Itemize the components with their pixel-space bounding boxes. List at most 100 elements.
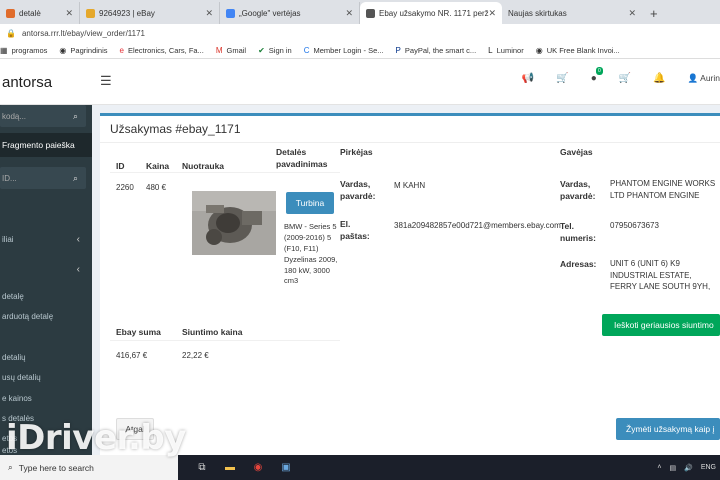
- bookmark-label: Pagrindinis: [70, 45, 108, 55]
- taskbar-search-placeholder: Type here to search: [18, 462, 94, 473]
- browser-tab-4-active[interactable]: Ebay užsakymo NR. 1171 perž ✕: [360, 2, 502, 24]
- col-header-id: ID: [116, 161, 125, 171]
- tab-label: Ebay užsakymo NR. 1171 perž: [379, 8, 489, 18]
- sidebar-item-6[interactable]: usų detalių: [0, 370, 92, 384]
- tab-favicon: [6, 8, 15, 18]
- tab-favicon: [366, 8, 375, 18]
- cart-icon[interactable]: 🛒: [619, 73, 631, 84]
- network-icon[interactable]: ▤: [669, 464, 676, 472]
- file-explorer-icon[interactable]: ▬: [216, 455, 244, 480]
- search-placeholder: kodą...: [2, 111, 27, 121]
- globe-icon: ◉: [59, 45, 67, 55]
- bookmark-label: programos: [11, 45, 48, 55]
- sidebar-item-label: detalių: [2, 352, 26, 362]
- menu-toggle-icon[interactable]: ☰: [100, 73, 112, 89]
- cart-icon[interactable]: 🛒: [556, 73, 568, 84]
- fragment-search-label: Fragmento paieška: [2, 140, 75, 150]
- browser-tab-1[interactable]: detalė ✕: [0, 2, 80, 24]
- bookmark-member-login[interactable]: C Member Login - Se...: [304, 46, 384, 55]
- user-name: Aurin: [700, 73, 720, 83]
- globe-icon[interactable]: ● 0: [591, 67, 603, 84]
- sidebar-item-label: e kainos: [2, 393, 32, 403]
- row-divider: [110, 340, 340, 341]
- part-photo[interactable]: [192, 191, 276, 255]
- buyer-email-label: El. paštas:: [340, 219, 370, 242]
- browser-tab-2[interactable]: 9264923 | eBay ✕: [80, 2, 220, 24]
- search-icon[interactable]: ⌕: [73, 173, 78, 184]
- id-search-input[interactable]: ID... ⌕: [0, 167, 86, 189]
- search-placeholder: ID...: [2, 173, 17, 183]
- shipping-price-value: 22,22 €: [182, 351, 209, 360]
- sidebar-item-7[interactable]: e kainos: [0, 391, 92, 405]
- search-icon: ⌕: [8, 462, 13, 472]
- chevron-up-icon[interactable]: ˄: [657, 464, 661, 471]
- mark-order-button[interactable]: Žymėti užsakymą kaip į: [616, 418, 720, 440]
- col-header-detail-name: Detalės pavadinimas: [276, 147, 328, 170]
- sidebar-item-3[interactable]: detalę: [0, 289, 92, 303]
- chevron-left-icon: ‹: [76, 233, 80, 245]
- bookmark-invoice[interactable]: ◉ UK Free Blank Invoi...: [536, 46, 620, 55]
- brand-logo[interactable]: antorsa: [0, 59, 92, 105]
- browser-tab-3[interactable]: „Google" vertėjas ✕: [220, 2, 360, 24]
- close-icon[interactable]: ✕: [205, 8, 213, 19]
- bookmark-label: Electronics, Cars, Fa...: [127, 45, 204, 55]
- ebay-sum-value: 416,67 €: [116, 351, 148, 360]
- search-icon[interactable]: ⌕: [73, 111, 78, 122]
- close-icon[interactable]: ✕: [345, 8, 353, 19]
- bookmark-gmail[interactable]: M Gmail: [216, 46, 246, 55]
- tab-label: 9264923 | eBay: [99, 8, 155, 18]
- bookmark-paypal[interactable]: P PayPal, the smart c...: [396, 46, 477, 55]
- watermark-logo: iDriver.by: [6, 418, 186, 458]
- tab-label: Naujas skirtukas: [508, 8, 567, 18]
- bookmark-label: UK Free Blank Invoi...: [546, 45, 620, 55]
- chevron-left-icon: ‹: [76, 263, 80, 275]
- item-description: BMW - Series 5 (2009-2016) 5 (F10, F11) …: [284, 222, 338, 286]
- bookmark-label: Sign in: [268, 45, 292, 55]
- sidebar-item-label: detalę: [2, 291, 24, 301]
- buyer-name-label: Vardas, pavardė:: [340, 179, 376, 202]
- taskbar-icons: ⧉ ▬ ◉ ▣: [188, 455, 300, 480]
- megaphone-icon[interactable]: 📢: [522, 73, 534, 84]
- new-tab-button[interactable]: +: [642, 2, 666, 24]
- turbina-category-button[interactable]: Turbina: [286, 192, 334, 214]
- sidebar-item-1[interactable]: iliai ‹: [0, 231, 92, 247]
- turbo-photo-image: [192, 191, 276, 255]
- volume-icon[interactable]: 🔊: [684, 464, 693, 472]
- close-icon[interactable]: ✕: [65, 8, 73, 19]
- bookmark-ebay[interactable]: e Electronics, Cars, Fa...: [120, 46, 204, 55]
- chrome-icon[interactable]: ◉: [244, 455, 272, 480]
- receiver-phone-label: Tel. numeris:: [560, 221, 596, 244]
- sidebar-item-5[interactable]: detalių: [0, 350, 92, 364]
- bookmark-luminor[interactable]: L Luminor: [488, 46, 524, 55]
- bookmark-pagrindinis[interactable]: ◉ Pagrindinis: [59, 46, 107, 55]
- bookmark-apps[interactable]: ▦ programos: [0, 46, 47, 55]
- photos-icon[interactable]: ▣: [272, 455, 300, 480]
- receiver-name-value: PHANTOM ENGINE WORKS LTD PHANTOM ENGINE …: [610, 179, 716, 200]
- user-menu[interactable]: 👤 Aurin: [688, 73, 720, 84]
- bookmark-label: Luminor: [496, 45, 524, 55]
- url-text[interactable]: antorsa.rrr.lt/ebay/view_order/1171: [22, 29, 145, 38]
- code-search-input[interactable]: kodą... ⌕: [0, 105, 86, 127]
- bookmark-signin[interactable]: ✔ Sign in: [258, 46, 292, 55]
- fragment-search-link[interactable]: Fragmento paieška: [0, 133, 92, 157]
- taskbar-search-input[interactable]: ⌕ Type here to search: [0, 455, 178, 480]
- task-view-icon[interactable]: ⧉: [188, 455, 216, 480]
- sidebar-item-label: arduotą detalę: [2, 311, 54, 321]
- search-shipping-button[interactable]: Ieškoti geriausios siuntimo: [602, 314, 720, 336]
- bookmark-label: Gmail: [226, 45, 247, 55]
- sidebar-item-4[interactable]: arduotą detalę: [0, 309, 92, 323]
- system-tray: ˄ ▤ 🔊 ENG: [649, 455, 716, 480]
- sidebar-item-2[interactable]: ‹: [0, 261, 92, 277]
- col-header-price: Kaina: [146, 161, 170, 171]
- c-icon: C: [303, 45, 310, 55]
- address-bar[interactable]: 🔒 antorsa.rrr.lt/ebay/view_order/1171: [0, 24, 720, 42]
- lock-icon: 🔒: [6, 28, 16, 38]
- ebay-icon: e: [119, 45, 124, 55]
- bookmarks-bar: ▦ programos ◉ Pagrindinis e Electronics, Ca…: [0, 42, 720, 59]
- close-icon[interactable]: ✕: [628, 8, 636, 19]
- close-icon[interactable]: ✕: [488, 8, 496, 19]
- bell-icon[interactable]: 🔔: [653, 73, 665, 84]
- language-indicator[interactable]: ENG: [701, 464, 716, 471]
- browser-tab-5[interactable]: Naujas skirtukas ✕: [502, 2, 642, 24]
- sidebar-item-label: usų detalių: [2, 372, 41, 382]
